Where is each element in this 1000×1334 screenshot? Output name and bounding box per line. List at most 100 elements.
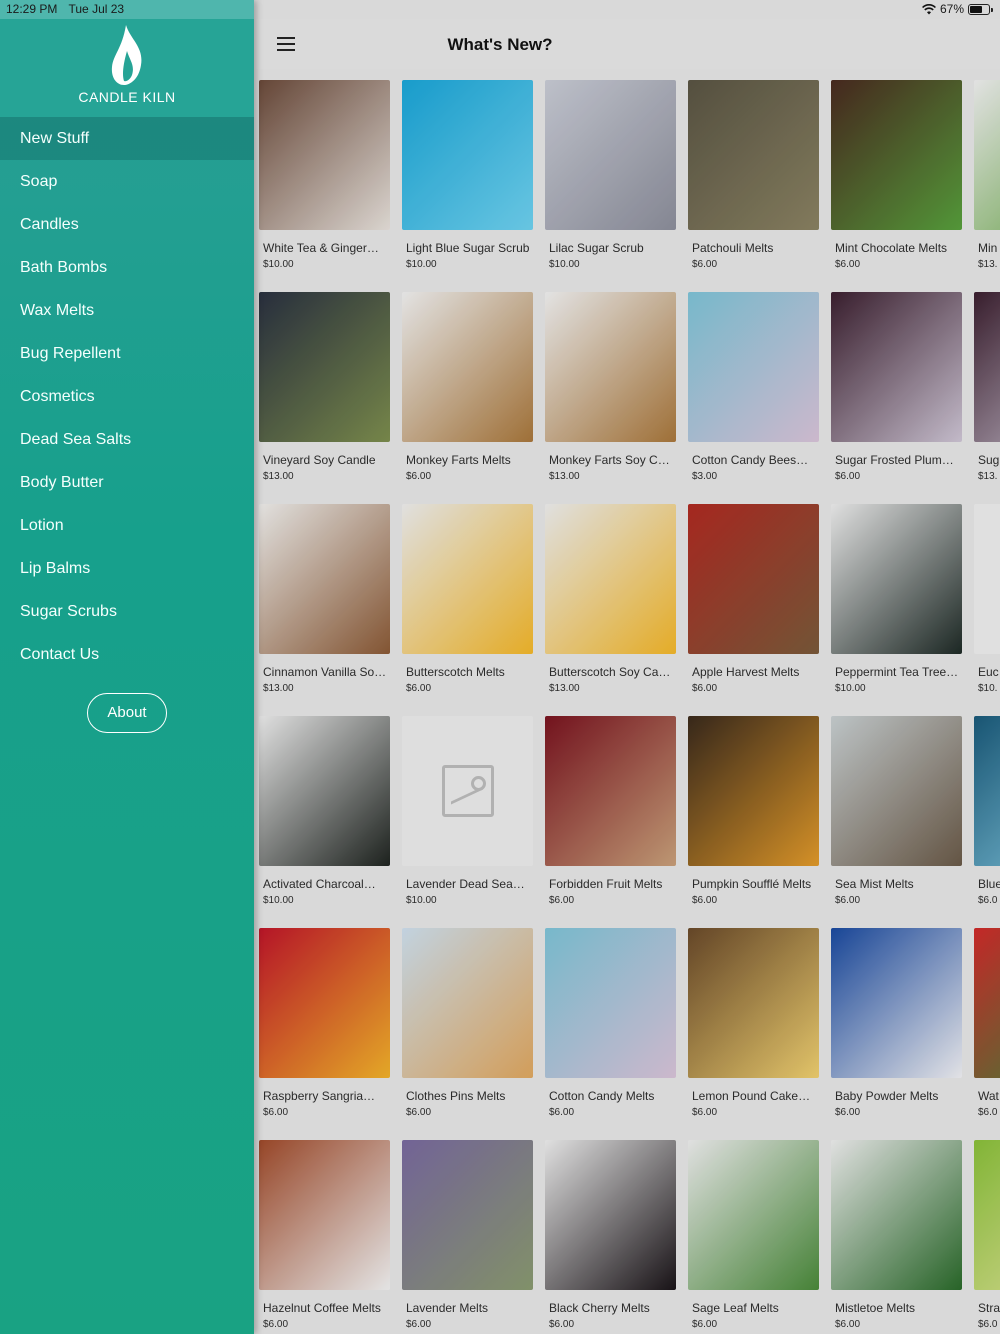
product-image[interactable] [831,928,962,1078]
product-card[interactable]: Raspberry Sangria… $6.00 [259,928,390,1138]
product-name: Lavender Dead Sea… [406,877,525,891]
product-image[interactable] [688,504,819,654]
product-image[interactable] [545,80,676,230]
product-card[interactable]: Blue $6.0 [974,716,1000,926]
product-card[interactable]: Min $13. [974,80,1000,290]
product-price: $6.00 [692,259,718,270]
sidebar-item-sugar-scrubs[interactable]: Sugar Scrubs [0,590,254,633]
product-image[interactable] [402,292,533,442]
product-image[interactable] [974,928,1000,1078]
sidebar-item-dead-sea-salts[interactable]: Dead Sea Salts [0,418,254,461]
product-image[interactable] [259,504,390,654]
product-image[interactable] [402,504,533,654]
product-image[interactable] [974,80,1000,230]
product-image[interactable] [402,928,533,1078]
product-card[interactable]: Wat $6.0 [974,928,1000,1138]
product-image[interactable] [259,292,390,442]
battery-icon [968,3,993,15]
product-card[interactable]: Peppermint Tea Tree… $10.00 [831,504,962,714]
product-price: $13.00 [549,471,580,482]
product-image[interactable] [831,292,962,442]
product-image[interactable] [402,716,533,866]
product-name: Sea Mist Melts [835,877,914,891]
sidebar: CANDLE KILN New Stuff Soap Candles Bath Bom… [0,0,254,1334]
product-card[interactable]: Mint Chocolate Melts $6.00 [831,80,962,290]
product-card[interactable]: Lilac Sugar Scrub $10.00 [545,80,676,290]
sidebar-item-lotion[interactable]: Lotion [0,504,254,547]
product-card[interactable]: Sea Mist Melts $6.00 [831,716,962,926]
product-card[interactable]: Monkey Farts Melts $6.00 [402,292,533,502]
product-card[interactable]: Sage Leaf Melts $6.00 [688,1140,819,1334]
product-image[interactable] [259,1140,390,1290]
product-image[interactable] [974,716,1000,866]
product-price: $13.00 [263,683,294,694]
product-card[interactable]: Cinnamon Vanilla So… $13.00 [259,504,390,714]
product-card[interactable]: Butterscotch Melts $6.00 [402,504,533,714]
product-card[interactable]: Clothes Pins Melts $6.00 [402,928,533,1138]
sidebar-item-bug-repellent[interactable]: Bug Repellent [0,332,254,375]
wifi-icon [922,3,936,14]
product-card[interactable]: Baby Powder Melts $6.00 [831,928,962,1138]
product-image[interactable] [831,80,962,230]
product-image[interactable] [259,928,390,1078]
product-card[interactable]: Sug $13. [974,292,1000,502]
product-price: $10.00 [835,683,866,694]
product-card[interactable]: Forbidden Fruit Melts $6.00 [545,716,676,926]
sidebar-item-wax-melts[interactable]: Wax Melts [0,289,254,332]
product-name: Activated Charcoal… [263,877,376,891]
sidebar-item-contact-us[interactable]: Contact Us [0,633,254,676]
product-card[interactable]: Cotton Candy Bees… $3.00 [688,292,819,502]
product-card[interactable]: Cotton Candy Melts $6.00 [545,928,676,1138]
product-card[interactable]: Mistletoe Melts $6.00 [831,1140,962,1334]
product-card[interactable]: Butterscotch Soy Ca… $13.00 [545,504,676,714]
product-image[interactable] [831,504,962,654]
product-card[interactable]: Vineyard Soy Candle $13.00 [259,292,390,502]
product-image[interactable] [402,1140,533,1290]
product-image[interactable] [974,1140,1000,1290]
sidebar-item-lip-balms[interactable]: Lip Balms [0,547,254,590]
product-card[interactable]: Patchouli Melts $6.00 [688,80,819,290]
product-image[interactable] [545,928,676,1078]
product-card[interactable]: Pumpkin Soufflé Melts $6.00 [688,716,819,926]
product-image[interactable] [831,1140,962,1290]
product-image[interactable] [402,80,533,230]
product-card[interactable]: Lavender Dead Sea… $10.00 [402,716,533,926]
product-image[interactable] [974,292,1000,442]
product-image[interactable] [545,292,676,442]
product-image[interactable] [688,928,819,1078]
brand-logo[interactable]: CANDLE KILN [0,25,254,105]
about-button[interactable]: About [87,693,167,733]
sidebar-item-new-stuff[interactable]: New Stuff [0,117,254,160]
product-image[interactable] [259,716,390,866]
product-card[interactable]: Black Cherry Melts $6.00 [545,1140,676,1334]
product-card[interactable]: Hazelnut Coffee Melts $6.00 [259,1140,390,1334]
product-image[interactable] [545,716,676,866]
product-image[interactable] [831,716,962,866]
product-image[interactable] [688,1140,819,1290]
product-card[interactable]: Apple Harvest Melts $6.00 [688,504,819,714]
sidebar-item-bath-bombs[interactable]: Bath Bombs [0,246,254,289]
product-card[interactable]: Euc $10. [974,504,1000,714]
product-card[interactable]: Light Blue Sugar Scrub $10.00 [402,80,533,290]
sidebar-item-body-butter[interactable]: Body Butter [0,461,254,504]
product-image[interactable] [688,80,819,230]
sidebar-item-candles[interactable]: Candles [0,203,254,246]
product-card[interactable]: Activated Charcoal… $10.00 [259,716,390,926]
product-card[interactable]: Lavender Melts $6.00 [402,1140,533,1334]
product-image[interactable] [974,504,1000,654]
product-card[interactable]: Lemon Pound Cake… $6.00 [688,928,819,1138]
product-price: $10.00 [406,259,437,270]
product-card[interactable]: Monkey Farts Soy C… $13.00 [545,292,676,502]
product-image[interactable] [545,1140,676,1290]
product-image[interactable] [688,716,819,866]
sidebar-item-cosmetics[interactable]: Cosmetics [0,375,254,418]
product-card[interactable]: Sugar Frosted Plum… $6.00 [831,292,962,502]
sidebar-item-soap[interactable]: Soap [0,160,254,203]
product-image[interactable] [545,504,676,654]
product-name: Monkey Farts Melts [406,453,511,467]
product-image[interactable] [688,292,819,442]
product-card[interactable]: White Tea & Ginger… $10.00 [259,80,390,290]
product-card[interactable]: Stra $6.0 [974,1140,1000,1334]
product-image[interactable] [259,80,390,230]
product-name: Lilac Sugar Scrub [549,241,644,255]
